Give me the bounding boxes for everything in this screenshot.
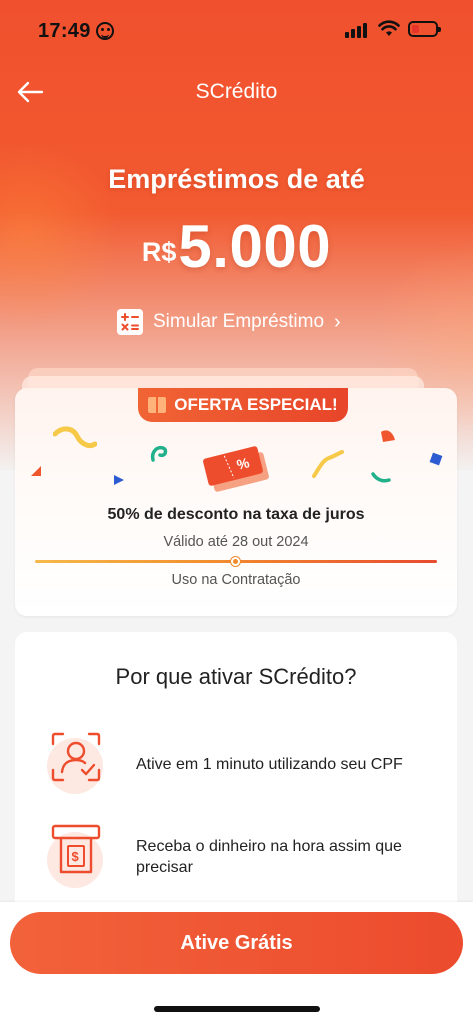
nav-bar: SCrédito <box>0 70 473 114</box>
atm-cash-icon: $ <box>41 822 111 892</box>
status-bar: 17:49 <box>0 0 473 60</box>
confetti-decoration <box>312 450 344 478</box>
discount-coupon-icon: % <box>203 446 269 492</box>
loan-headline: Empréstimos de até <box>108 164 365 194</box>
why-activate-card: Por que ativar SCrédito? Ative em 1 minu… <box>15 632 457 932</box>
offer-usage-label: Uso na Contratação <box>171 572 301 588</box>
home-indicator <box>154 1006 320 1012</box>
offer-badge-label: OFERTA ESPECIAL! <box>174 395 338 414</box>
amount-value: 5.000 <box>178 213 332 280</box>
status-time: 17:49 <box>38 20 91 42</box>
offer-badge: OFERTA ESPECIAL! <box>138 388 348 422</box>
simulate-loan-label: Simular Empréstimo <box>153 311 325 332</box>
simulate-loan-link[interactable]: Simular Empréstimo › <box>117 306 341 338</box>
benefit-text: Receba o dinheiro na hora assim que prec… <box>136 838 402 876</box>
face-id-icon <box>41 728 111 798</box>
gift-icon <box>148 397 167 413</box>
calculator-icon <box>117 309 143 335</box>
confetti-decoration <box>31 466 41 476</box>
page-title: SCrédito <box>195 80 278 103</box>
confetti-decoration <box>371 472 391 483</box>
offer-validity: Válido até 28 out 2024 <box>163 534 309 550</box>
offer-progress-marker <box>231 557 240 566</box>
dollar-symbol: $ <box>72 849 80 864</box>
confetti-decoration <box>53 426 97 449</box>
confetti-decoration <box>150 445 168 462</box>
wifi-icon <box>378 20 400 36</box>
special-offer-card[interactable]: OFERTA ESPECIAL! % % 50% de desconto na … <box>15 388 457 616</box>
activate-free-button[interactable]: Ative Grátis <box>10 912 463 974</box>
battery-icon <box>408 21 441 37</box>
confetti-decoration <box>381 430 395 442</box>
why-title: Por que ativar SCrédito? <box>115 664 357 689</box>
bottom-bar: Ative Grátis <box>0 902 473 1024</box>
smiley-icon <box>96 22 114 40</box>
benefit-item: $ Receba o dinheiro na hora assim que pr… <box>15 822 457 892</box>
offer-title: 50% de desconto na taxa de juros <box>107 506 365 523</box>
chevron-right-icon: › <box>334 310 341 333</box>
currency-symbol: R$ <box>141 237 177 267</box>
benefit-text: Ative em 1 minuto utilizando seu CPF <box>136 756 403 773</box>
benefit-item: Ative em 1 minuto utilizando seu CPF <box>15 728 457 798</box>
confetti-decoration <box>114 475 124 485</box>
confetti-decoration <box>429 452 443 466</box>
cellular-signal-icon <box>345 22 371 38</box>
loan-amount: R$5.000 <box>0 212 473 281</box>
